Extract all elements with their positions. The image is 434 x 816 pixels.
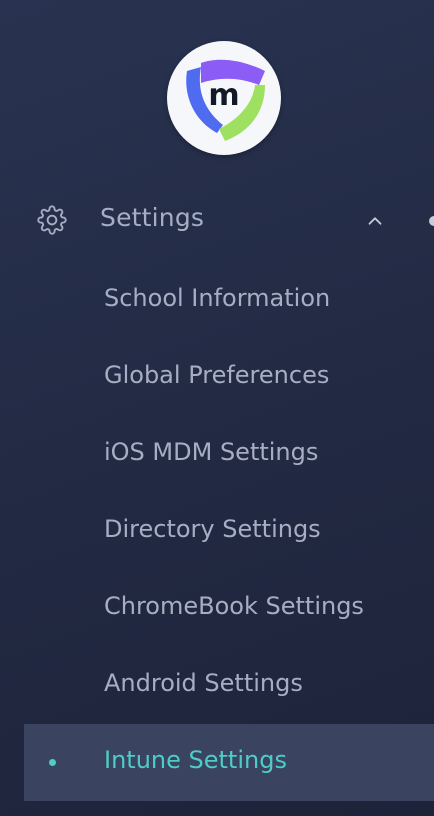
settings-submenu: School Information Global Preferences iO… [0,262,434,801]
active-indicator-dot [49,759,56,766]
panel-edge-dot [429,216,434,226]
logo-mark-icon: m [186,59,265,141]
sidebar-item-android-settings[interactable]: Android Settings [0,647,434,724]
sidebar-item-chromebook-settings[interactable]: ChromeBook Settings [0,570,434,647]
logo-letter: m [208,78,239,113]
sidebar-item-intune-settings[interactable]: Intune Settings [0,724,434,801]
sidebar-item-label: ChromeBook Settings [104,592,364,620]
sidebar-section-label: Settings [100,203,205,232]
sidebar-item-label: Intune Settings [104,746,287,774]
sidebar-item-school-information[interactable]: School Information [0,262,434,339]
sidebar-item-label: iOS MDM Settings [104,438,319,466]
sidebar-item-directory-settings[interactable]: Directory Settings [0,493,434,570]
app-logo[interactable]: m [167,41,281,155]
sidebar-item-label: Directory Settings [104,515,321,543]
chevron-up-icon[interactable] [364,210,386,232]
sidebar-item-label: Global Preferences [104,361,330,389]
sidebar-item-label: Android Settings [104,669,303,697]
sidebar-item-global-preferences[interactable]: Global Preferences [0,339,434,416]
sidebar-item-ios-mdm-settings[interactable]: iOS MDM Settings [0,416,434,493]
sidebar-section-settings[interactable]: Settings [0,190,434,250]
sidebar-item-label: School Information [104,284,331,312]
gear-icon [37,205,67,235]
